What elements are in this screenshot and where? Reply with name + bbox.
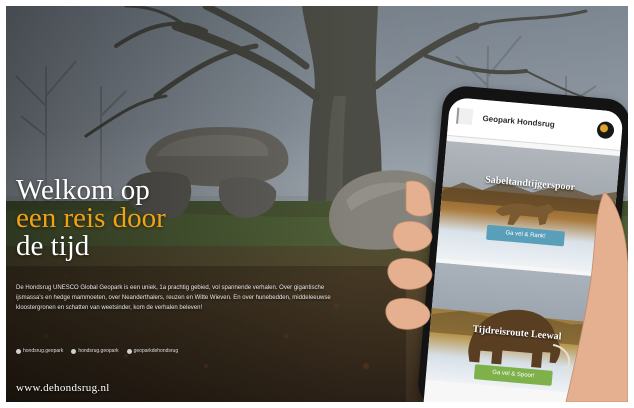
hand	[385, 180, 628, 402]
poster: Welkom op een reis door de tijd De Honds…	[6, 6, 628, 402]
